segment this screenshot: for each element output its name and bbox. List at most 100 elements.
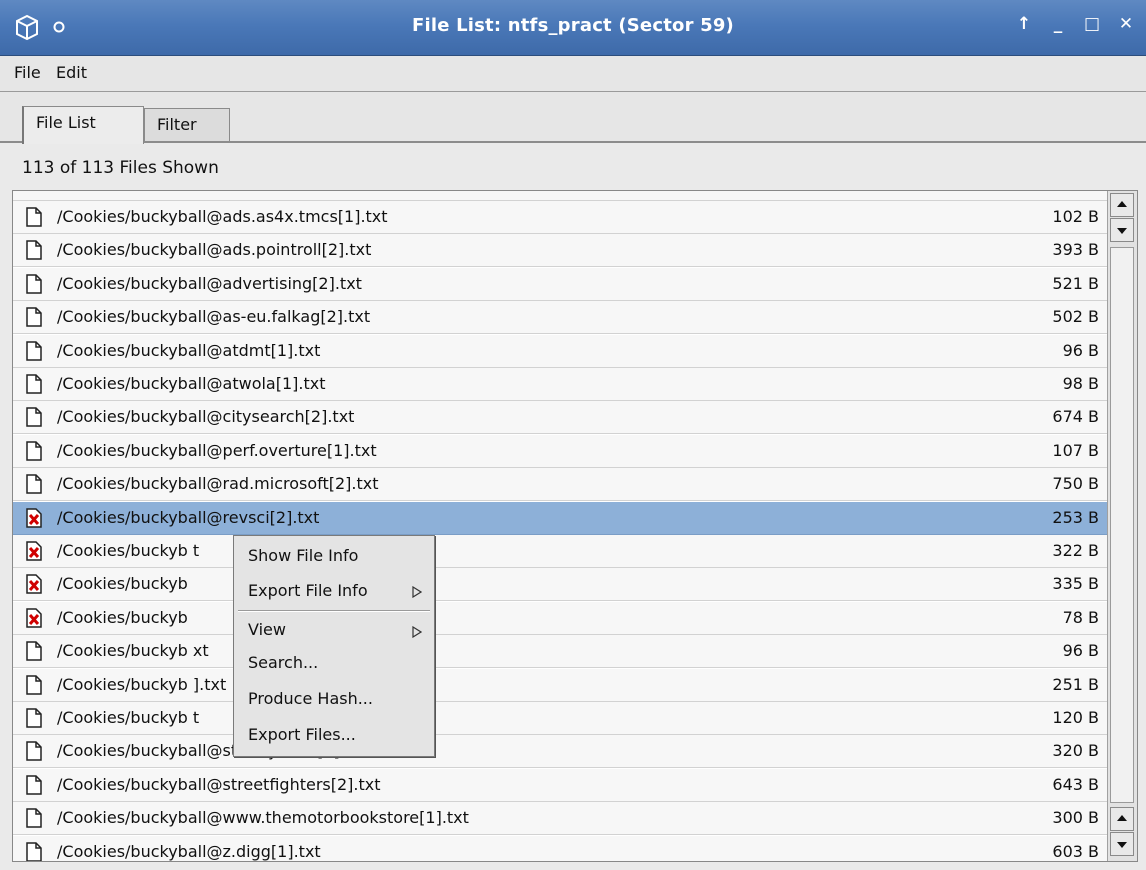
table-row[interactable]: /Cookies/buckyball@rad.microsoft[2].txt 7… xyxy=(13,468,1107,502)
table-row[interactable]: /Cookies/buckyball@z.digg[1].txt 603 B xyxy=(13,835,1107,861)
scroll-down-button[interactable] xyxy=(1110,218,1134,242)
scroll-up-button-bottom[interactable] xyxy=(1110,807,1134,831)
arrow-down-icon xyxy=(1117,842,1127,848)
scroll-up-button[interactable] xyxy=(1110,193,1134,217)
menu-bar: File Edit xyxy=(0,56,1146,92)
file-name: /Cookies/buckyb ].txt xyxy=(57,674,227,694)
table-row[interactable]: /Cookies/buckyball@ads.pointroll[2].txt 3… xyxy=(13,234,1107,268)
table-row[interactable]: /Cookies/buckyb ].txt 251 B xyxy=(13,668,1107,702)
tab-filter[interactable]: Filter xyxy=(144,108,230,142)
table-row[interactable]: /Cookies/buckyb 78 B xyxy=(13,601,1107,635)
file-size: 335 B xyxy=(1052,574,1099,594)
file-icon xyxy=(26,307,42,327)
files-shown-status: 113 of 113 Files Shown xyxy=(22,158,219,178)
table-row[interactable]: /Cookies/buckyball@as-eu.falkag[2].txt 50… xyxy=(13,301,1107,335)
file-icon xyxy=(26,708,42,728)
vertical-scrollbar[interactable] xyxy=(1107,191,1137,861)
table-row[interactable]: /Cookies/buckyball@store.yahoo[3].txt 320… xyxy=(13,735,1107,769)
context-menu: Show File Info Export File Info View Sea… xyxy=(233,535,435,757)
file-size: 96 B xyxy=(1062,641,1099,661)
menu-separator xyxy=(238,610,430,612)
file-icon xyxy=(26,674,42,695)
menu-export-files[interactable]: Export Files... xyxy=(248,725,356,744)
file-size: 393 B xyxy=(1052,240,1099,260)
menu-edit[interactable]: Edit xyxy=(56,63,87,82)
table-row[interactable]: /Cookies/buckyball@atwola[1].txt 98 B xyxy=(13,368,1107,401)
menu-view[interactable]: View xyxy=(248,620,286,639)
shade-icon[interactable]: ↑ xyxy=(1014,14,1034,34)
file-size: 102 B xyxy=(1052,207,1099,226)
file-icon xyxy=(26,340,42,361)
file-name: /Cookies/buckyball@www.themotorbookstore… xyxy=(57,808,469,828)
arrow-up-icon xyxy=(1117,201,1127,207)
file-icon xyxy=(26,274,42,294)
file-rows: /Cookies/buckyball@ads.as4x.tmcs[1].txt 1… xyxy=(13,191,1107,861)
file-name: /Cookies/buckyb xt xyxy=(57,641,209,661)
menu-export-file-info[interactable]: Export File Info xyxy=(248,581,368,600)
arrow-up-icon xyxy=(1117,815,1127,821)
menu-search[interactable]: Search... xyxy=(248,653,318,672)
file-name: /Cookies/buckyball@advertising[2].txt xyxy=(57,273,362,293)
file-icon xyxy=(26,474,42,494)
file-size: 674 B xyxy=(1052,407,1099,427)
deleted-file-icon xyxy=(26,507,42,528)
scroll-thumb[interactable] xyxy=(1110,247,1134,803)
table-row[interactable]: /Cookies/buckyb t 120 B xyxy=(13,702,1107,735)
file-icon xyxy=(26,808,42,828)
file-size: 96 B xyxy=(1062,340,1099,360)
file-name: /Cookies/buckyball@as-eu.falkag[2].txt xyxy=(57,307,371,327)
arrow-down-icon xyxy=(1117,228,1127,234)
file-name: /Cookies/buckyball@streetfighters[2].txt xyxy=(57,774,381,794)
file-size: 320 B xyxy=(1052,741,1099,761)
menu-file[interactable]: File xyxy=(14,63,41,82)
submenu-arrow-icon xyxy=(412,626,422,638)
table-row[interactable]: /Cookies/buckyball@citysearch[2].txt 674 … xyxy=(13,401,1107,435)
file-icon xyxy=(26,641,42,661)
table-row[interactable]: /Cookies/buckyb xt 96 B xyxy=(13,635,1107,669)
table-row[interactable]: /Cookies/buckyb 335 B xyxy=(13,568,1107,602)
table-row[interactable]: /Cookies/buckyb t 322 B xyxy=(13,535,1107,568)
scroll-down-button-bottom[interactable] xyxy=(1110,832,1134,856)
table-row[interactable]: /Cookies/buckyball@atdmt[1].txt 96 B xyxy=(13,334,1107,368)
file-name: /Cookies/buckyball@perf.overture[1].txt xyxy=(57,440,377,460)
file-icon xyxy=(26,207,42,227)
file-name: /Cookies/buckyball@rad.microsoft[2].txt xyxy=(57,474,379,494)
deleted-file-icon xyxy=(26,541,42,561)
table-row[interactable]: /Cookies/buckyball@perf.overture[1].txt 1… xyxy=(13,434,1107,468)
file-size: 322 B xyxy=(1052,541,1099,560)
table-row[interactable]: /Cookies/buckyball@www.themotorbookstore… xyxy=(13,802,1107,836)
table-row[interactable]: /Cookies/buckyball@ads.as4x.tmcs[1].txt 1… xyxy=(13,201,1107,234)
menu-produce-hash[interactable]: Produce Hash... xyxy=(248,689,373,708)
maximize-icon[interactable]: □ xyxy=(1082,14,1102,34)
window-title: File List: ntfs_pract (Sector 59) xyxy=(411,15,734,36)
file-name: /Cookies/buckyball@atdmt[1].txt xyxy=(57,340,321,360)
file-icon xyxy=(26,841,42,861)
file-name: /Cookies/buckyball@revsci[2].txt xyxy=(57,507,320,527)
submenu-arrow-icon xyxy=(412,586,422,598)
tab-file-list[interactable]: File List xyxy=(22,106,144,144)
file-size: 98 B xyxy=(1062,374,1099,393)
file-size: 107 B xyxy=(1052,440,1099,460)
file-name: /Cookies/buckyball@z.digg[1].txt xyxy=(57,841,321,861)
file-size: 78 B xyxy=(1062,607,1099,627)
file-size: 120 B xyxy=(1052,708,1099,727)
file-name: /Cookies/buckyb xyxy=(57,574,188,594)
menu-show-file-info[interactable]: Show File Info xyxy=(248,546,358,565)
file-name: /Cookies/buckyb t xyxy=(57,708,200,727)
table-row[interactable]: /Cookies/buckyball@streetfighters[2].txt… xyxy=(13,768,1107,802)
file-name: /Cookies/buckyball@ads.pointroll[2].txt xyxy=(57,240,372,260)
file-size: 603 B xyxy=(1052,841,1099,861)
file-name: /Cookies/buckyb xyxy=(57,607,188,627)
file-size: 251 B xyxy=(1052,674,1099,694)
table-row[interactable]: /Cookies/buckyball@advertising[2].txt 521… xyxy=(13,267,1107,301)
table-row[interactable] xyxy=(13,191,1107,201)
file-size: 253 B xyxy=(1052,507,1099,527)
minimize-icon[interactable]: _ xyxy=(1048,14,1068,34)
title-bar[interactable]: File List: ntfs_pract (Sector 59) ↑ _ □ … xyxy=(0,0,1146,56)
file-icon xyxy=(26,441,42,461)
file-name: /Cookies/buckyball@ads.as4x.tmcs[1].txt xyxy=(57,207,388,226)
table-row[interactable]: /Cookies/buckyball@revsci[2].txt 253 B xyxy=(13,501,1107,535)
deleted-file-icon xyxy=(26,574,42,595)
file-icon xyxy=(26,240,42,261)
close-icon[interactable]: ✕ xyxy=(1116,14,1136,34)
